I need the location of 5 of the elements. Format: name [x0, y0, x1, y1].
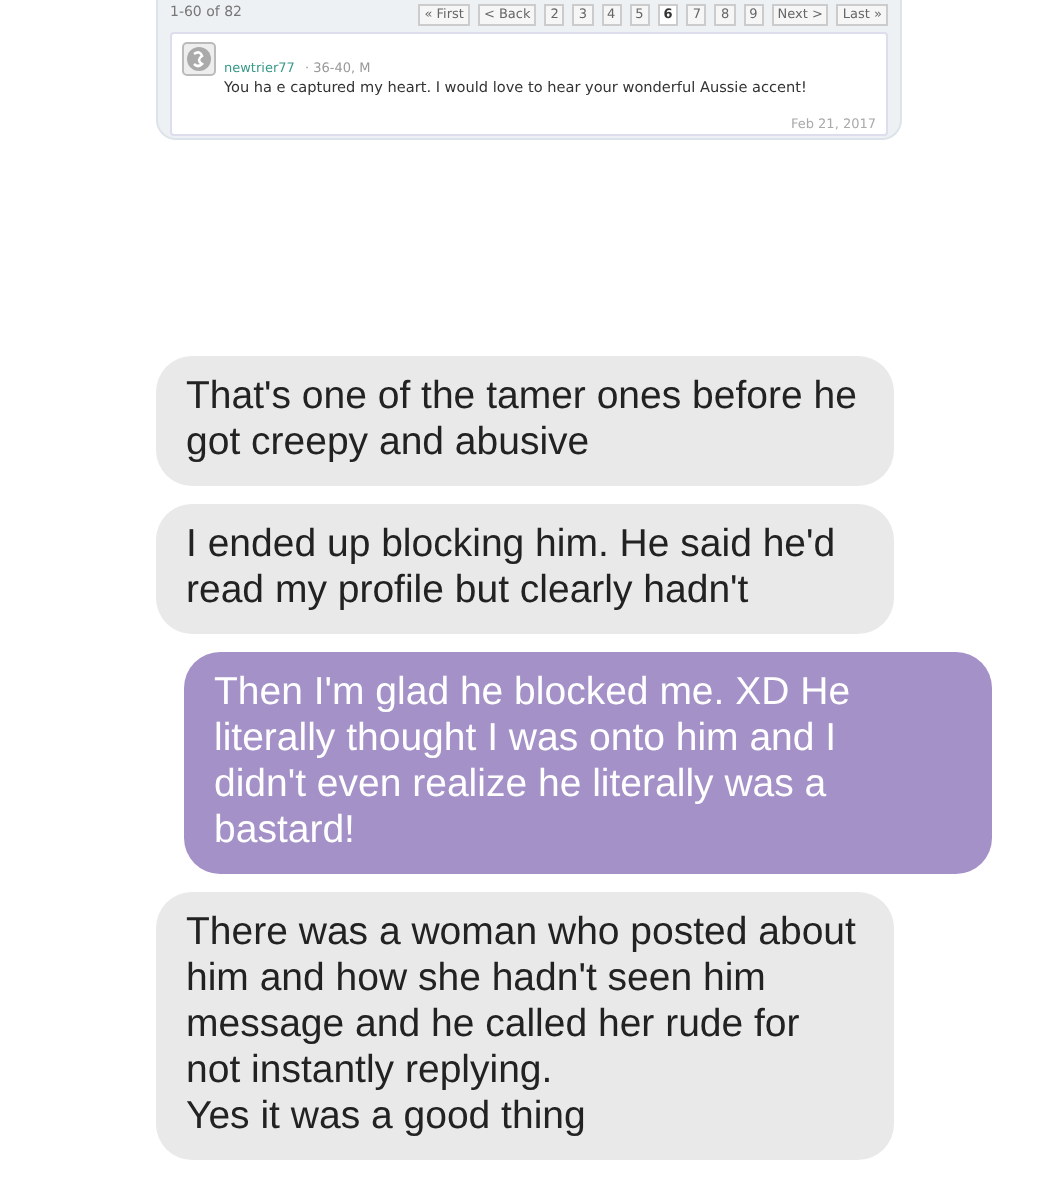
- avatar-icon: [182, 42, 216, 76]
- sent-message-bubble: Then I'm glad he blocked me. XD He literally thought I was onto him and I didn't even realize he literally was a bastard!: [184, 652, 992, 874]
- received-message-bubble: I ended up blocking him. He said he'd read my profile but clearly hadn't: [156, 504, 894, 634]
- received-message-bubble: That's one of the tamer ones before he got creepy and abusive: [156, 356, 894, 486]
- received-message-bubble: There was a woman who posted about him and how she hadn't seen him message and he called her rude for not instantly replying. Yes it was a good thing: [156, 892, 894, 1160]
